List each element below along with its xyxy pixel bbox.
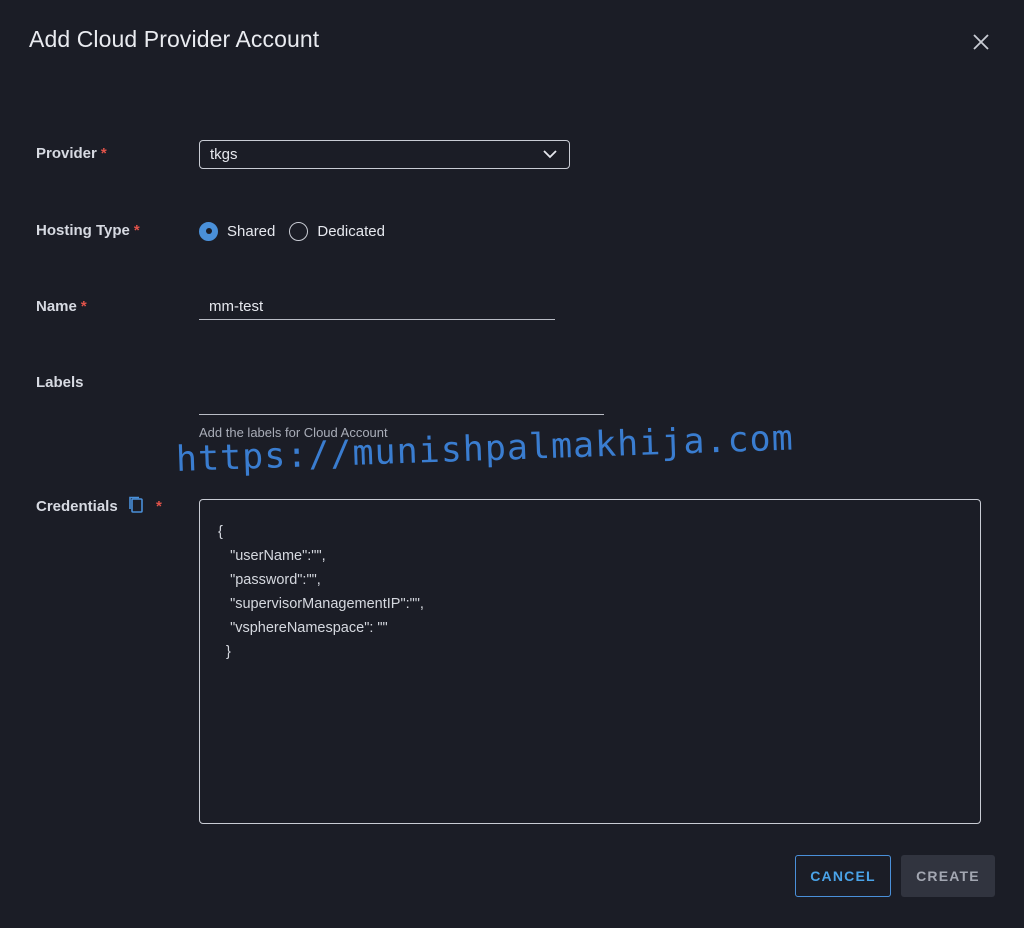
provider-value: tkgs <box>210 146 238 163</box>
radio-shared-label[interactable]: Shared <box>227 223 275 240</box>
provider-select[interactable]: tkgs <box>199 140 570 169</box>
hosting-type-label: Hosting Type * <box>36 222 140 239</box>
hosting-type-radio-group: Shared Dedicated <box>199 220 399 242</box>
radio-dedicated[interactable] <box>289 221 309 241</box>
required-marker: * <box>100 145 107 162</box>
required-marker: * <box>156 498 162 515</box>
credentials-textarea[interactable]: { "userName":"", "password":"", "supervi… <box>199 499 981 824</box>
required-marker: * <box>133 222 140 239</box>
copy-icon[interactable] <box>128 496 144 518</box>
name-label: Name * <box>36 298 87 315</box>
hosting-type-label-text: Hosting Type <box>36 222 130 239</box>
name-input[interactable]: mm-test <box>199 296 555 320</box>
name-label-text: Name <box>36 298 77 315</box>
labels-input[interactable] <box>199 391 604 415</box>
radio-shared[interactable] <box>199 221 218 241</box>
required-marker: * <box>80 298 87 315</box>
chevron-down-icon <box>543 146 557 163</box>
credentials-label-text: Credentials <box>36 498 118 515</box>
provider-label-text: Provider <box>36 145 97 162</box>
labels-label: Labels <box>36 374 84 391</box>
cancel-button[interactable]: CANCEL <box>795 855 891 897</box>
create-button[interactable]: CREATE <box>901 855 995 897</box>
credentials-label: Credentials * <box>36 496 162 518</box>
radio-dedicated-label[interactable]: Dedicated <box>317 223 385 240</box>
dialog-title: Add Cloud Provider Account <box>29 26 320 52</box>
provider-label: Provider * <box>36 145 107 162</box>
close-icon[interactable] <box>968 29 994 55</box>
